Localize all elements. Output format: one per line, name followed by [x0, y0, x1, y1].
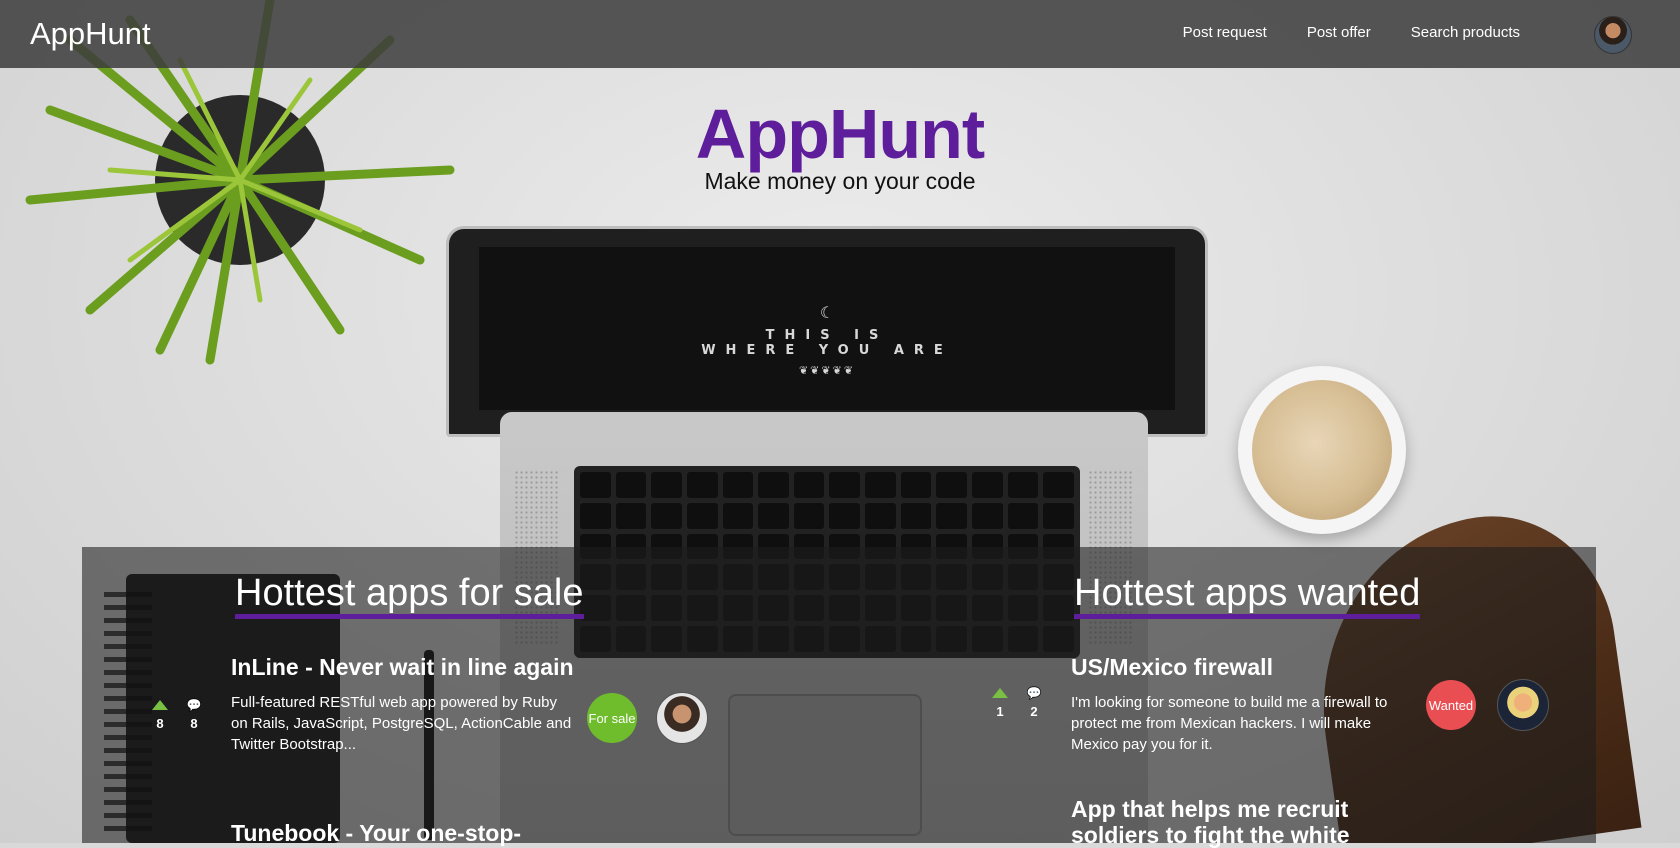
sale-item[interactable]: Tunebook - Your one-stop- [231, 820, 576, 846]
for-sale-badge: For sale [587, 693, 637, 743]
sale-item-stats: 8 💬 8 [152, 699, 202, 731]
moon-icon: ☾ [819, 303, 835, 322]
coffee-cup-image [1238, 366, 1406, 534]
navbar: AppHunt Post request Post offer Search p… [0, 0, 1680, 68]
seller-avatar[interactable] [656, 692, 708, 744]
laptop-lid: ☾ THIS IS WHERE YOU ARE ❦❦❦❦❦ [446, 226, 1208, 437]
comment-count: 2 [1030, 704, 1038, 719]
user-avatar[interactable] [1594, 16, 1632, 54]
comment-icon[interactable]: 💬 [1027, 687, 1042, 699]
comment-icon[interactable]: 💬 [187, 699, 202, 711]
wanted-item[interactable]: App that helps me recruit soldiers to fi… [1071, 796, 1371, 848]
sale-item[interactable]: InLine - Never wait in line again Full-f… [231, 654, 576, 755]
comment-count: 8 [190, 716, 198, 731]
upvote-control[interactable]: 1 [992, 688, 1008, 719]
laptop-screen-line-2: WHERE YOU ARE [701, 343, 953, 358]
wanted-heading: Hottest apps wanted [1074, 572, 1421, 619]
wanted-item-title[interactable]: App that helps me recruit soldiers to fi… [1071, 796, 1371, 848]
for-sale-heading: Hottest apps for sale [235, 572, 584, 619]
upvote-icon[interactable] [992, 688, 1008, 698]
post-offer-link[interactable]: Post offer [1307, 24, 1371, 41]
sale-item-title[interactable]: Tunebook - Your one-stop- [231, 820, 576, 846]
upvote-count: 1 [996, 704, 1004, 719]
post-request-link[interactable]: Post request [1183, 24, 1267, 41]
wanted-item-stats: 1 💬 2 [992, 687, 1042, 719]
nav-links: Post request Post offer Search products [1183, 24, 1520, 41]
requester-avatar[interactable] [1497, 679, 1549, 731]
wanted-item-title[interactable]: US/Mexico firewall [1071, 654, 1416, 680]
wanted-item[interactable]: US/Mexico firewall I'm looking for someo… [1071, 654, 1416, 755]
hero-title: AppHunt [695, 95, 985, 173]
laptop-screen: ☾ THIS IS WHERE YOU ARE ❦❦❦❦❦ [479, 247, 1175, 410]
comments-control[interactable]: 💬 2 [1026, 687, 1042, 719]
brand-logo-link[interactable]: AppHunt [30, 16, 151, 52]
upvote-icon[interactable] [152, 700, 168, 710]
upvote-count: 8 [156, 716, 164, 731]
wanted-badge: Wanted [1426, 680, 1476, 730]
comments-control[interactable]: 💬 8 [186, 699, 202, 731]
search-products-link[interactable]: Search products [1411, 24, 1520, 41]
laurel-icon: ❦❦❦❦❦ [798, 364, 856, 377]
upvote-control[interactable]: 8 [152, 700, 168, 731]
sale-item-description: Full-featured RESTful web app powered by… [231, 694, 572, 753]
hero-subtitle: Make money on your code [704, 168, 976, 194]
wanted-item-description: I'm looking for someone to build me a fi… [1071, 694, 1388, 753]
sale-item-title[interactable]: InLine - Never wait in line again [231, 654, 576, 680]
laptop-screen-line-1: THIS IS [765, 328, 889, 343]
